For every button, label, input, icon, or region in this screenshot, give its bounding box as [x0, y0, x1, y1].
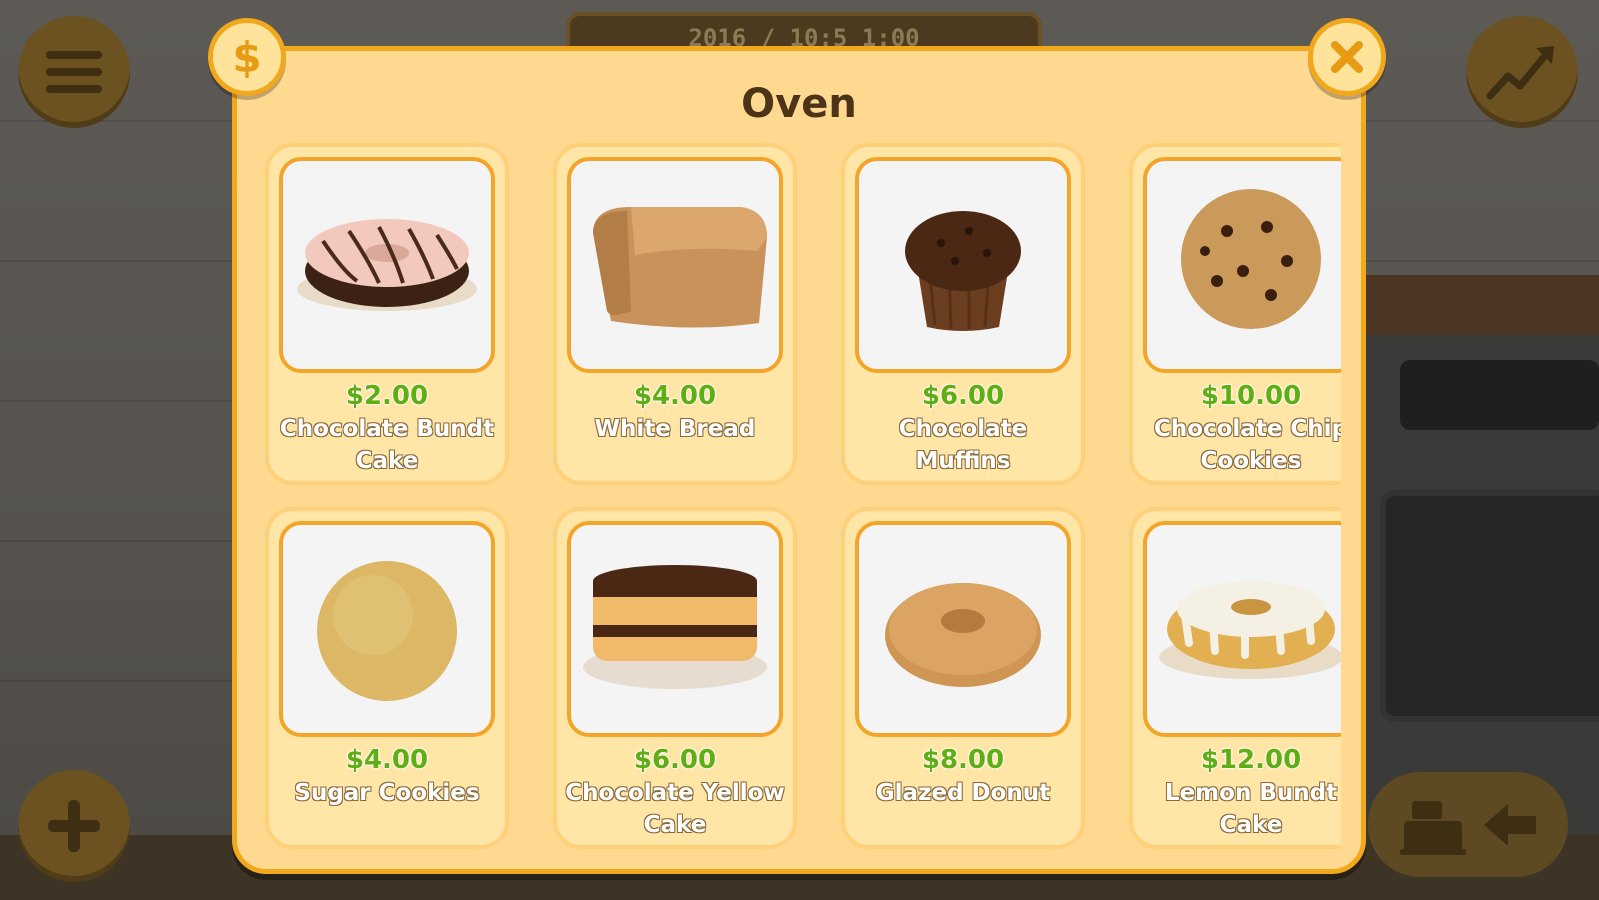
- star-empty-icon: [575, 731, 613, 737]
- stats-button[interactable]: [1466, 16, 1578, 128]
- product-card-lemon-bundt-cake[interactable]: $12.00 Lemon Bundt Cake: [1129, 507, 1341, 849]
- star-empty-icon: [287, 731, 325, 737]
- product-image-frame: [1143, 157, 1341, 373]
- plus-icon: [48, 800, 100, 852]
- dollar-icon: $: [232, 33, 261, 82]
- chocolate-bundt-cake-icon: [297, 219, 477, 311]
- close-icon: [1331, 41, 1363, 73]
- cash-register-icon: [1400, 800, 1466, 855]
- arrow-left-icon: [1484, 803, 1536, 846]
- product-name: Glazed Donut: [875, 780, 1051, 806]
- product-image-frame: [279, 157, 495, 373]
- menu-button[interactable]: [18, 16, 130, 128]
- lemon-bundt-cake-icon: [1159, 581, 1341, 679]
- product-price: $10.00: [1200, 381, 1302, 411]
- star-empty-icon: [1151, 731, 1189, 737]
- product-name: White Bread: [594, 416, 756, 442]
- product-price: $6.00: [633, 745, 717, 775]
- star-empty-icon: [575, 367, 613, 373]
- product-price: $6.00: [921, 381, 1005, 411]
- product-card-chocolate-bundt-cake[interactable]: $2.00 Chocolate Bundt Cake: [265, 143, 509, 485]
- go-to-register-button[interactable]: [1368, 772, 1568, 877]
- dialog-title: Oven: [741, 81, 857, 127]
- close-button[interactable]: [1308, 18, 1386, 96]
- star-empty-icon: [863, 367, 901, 373]
- oven-control-panel: [1400, 360, 1599, 430]
- chocolate-muffin-icon: [905, 211, 1021, 331]
- product-name: Chocolate Yellow Cake: [565, 780, 785, 838]
- product-name: Chocolate Muffins: [898, 416, 1028, 474]
- product-image-frame: [279, 521, 495, 737]
- chocolate-chip-cookie-icon: [1181, 189, 1321, 329]
- chocolate-yellow-cake-icon: [583, 565, 767, 689]
- sugar-cookie-icon: [317, 561, 457, 701]
- product-image-frame: [567, 521, 783, 737]
- product-name: Lemon Bundt Cake: [1164, 780, 1338, 838]
- coin-badge: $: [208, 18, 286, 96]
- trend-up-icon: [1486, 46, 1554, 100]
- product-card-chocolate-yellow-cake[interactable]: $6.00 Chocolate Yellow Cake: [553, 507, 797, 849]
- hamburger-menu-icon: [46, 51, 102, 93]
- product-card-chocolate-muffins[interactable]: $6.00 Chocolate Muffins: [841, 143, 1085, 485]
- product-image-frame: [567, 157, 783, 373]
- star-empty-icon: [1151, 367, 1189, 373]
- product-price: $2.00: [345, 381, 429, 411]
- product-name: Sugar Cookies: [294, 780, 480, 806]
- add-button[interactable]: [18, 770, 130, 882]
- product-price: $12.00: [1200, 745, 1302, 775]
- product-image-frame: [855, 521, 1071, 737]
- product-card-white-bread[interactable]: $4.00 White Bread: [553, 143, 797, 485]
- white-bread-icon: [593, 207, 767, 328]
- product-price: $4.00: [345, 745, 429, 775]
- product-name: Chocolate Chip Cookies: [1153, 416, 1341, 474]
- product-card-sugar-cookies[interactable]: $4.00 Sugar Cookies: [265, 507, 509, 849]
- oven-recipe-dialog: Oven $2.00 Chocolate Bundt Cake $4.00 Wh…: [232, 46, 1366, 874]
- product-image-frame: [855, 157, 1071, 373]
- product-image-frame: [1143, 521, 1341, 737]
- product-card-chocolate-chip-cookies[interactable]: $10.00 Chocolate Chip Cookies: [1129, 143, 1341, 485]
- star-empty-icon: [863, 731, 901, 737]
- glazed-donut-icon: [885, 583, 1041, 687]
- oven-window: [1380, 490, 1599, 722]
- svg-text:$: $: [232, 33, 261, 82]
- oven-top-counter: [1330, 275, 1599, 335]
- product-card-glazed-donut[interactable]: $8.00 Glazed Donut: [841, 507, 1085, 849]
- product-name: Chocolate Bundt Cake: [279, 416, 495, 474]
- product-grid-viewport[interactable]: $2.00 Chocolate Bundt Cake $4.00 White B…: [259, 143, 1341, 853]
- star-empty-icon: [287, 367, 325, 373]
- product-price: $4.00: [633, 381, 717, 411]
- product-price: $8.00: [921, 745, 1005, 775]
